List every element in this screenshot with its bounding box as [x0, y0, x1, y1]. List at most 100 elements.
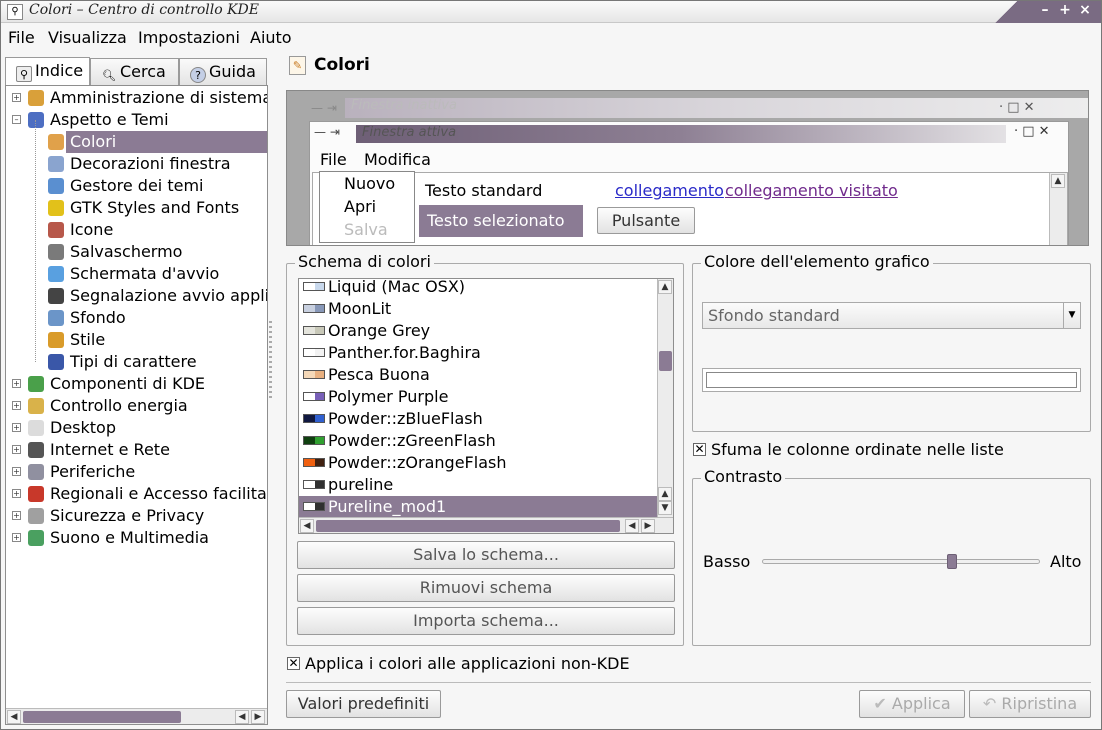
menu-aiuto[interactable]: Aiuto: [250, 28, 292, 47]
expand-icon[interactable]: +: [12, 533, 21, 542]
maximize-button[interactable]: +: [1057, 2, 1073, 18]
tree-item-label: Segnalazione avvio applicazioni: [70, 286, 267, 305]
tree-item[interactable]: + Periferiche: [6, 461, 267, 483]
scheme-name: Powder::zBlueFlash: [328, 409, 483, 428]
expand-icon[interactable]: +: [12, 445, 21, 454]
index-icon: ⚲: [16, 66, 32, 82]
widget-color-select[interactable]: Sfondo standard ▼: [702, 302, 1081, 329]
reset-button[interactable]: ↶ Ripristina: [969, 690, 1091, 718]
apply-button[interactable]: ✔ Applica: [859, 690, 965, 718]
tree-item[interactable]: Tipi di carattere: [6, 351, 267, 373]
scheme-list-item[interactable]: Pesca Buona: [299, 364, 657, 386]
sound-icon: [28, 530, 44, 546]
remove-scheme-button[interactable]: Rimuovi schema: [297, 574, 675, 602]
scroll-thumb[interactable]: [659, 351, 672, 371]
tree-item[interactable]: + Componenti di KDE: [6, 373, 267, 395]
scroll-up-icon-2[interactable]: ▲: [658, 487, 672, 501]
tree-item[interactable]: + Internet e Rete: [6, 439, 267, 461]
expand-icon[interactable]: +: [12, 401, 21, 410]
tree-item[interactable]: GTK Styles and Fonts: [6, 197, 267, 219]
scroll-left-icon-2[interactable]: ◀: [625, 519, 639, 533]
expand-icon[interactable]: +: [12, 379, 21, 388]
tree-item[interactable]: Stile: [6, 329, 267, 351]
expand-icon[interactable]: –: [12, 115, 21, 124]
scroll-left-icon[interactable]: ◀: [7, 710, 21, 724]
tree-item[interactable]: Icone: [6, 219, 267, 241]
tree-item[interactable]: Colori: [6, 131, 267, 153]
expand-icon[interactable]: +: [12, 511, 21, 520]
minimize-button[interactable]: –: [1037, 2, 1053, 18]
expand-icon[interactable]: +: [12, 489, 21, 498]
scheme-horizontal-scrollbar[interactable]: ◀ ◀ ▶: [299, 517, 673, 533]
tree-item[interactable]: + Suono e Multimedia: [6, 527, 267, 549]
scroll-down-icon[interactable]: ▼: [658, 501, 672, 515]
expand-icon[interactable]: +: [12, 423, 21, 432]
scheme-list-item[interactable]: Powder::zOrangeFlash: [299, 452, 657, 474]
tree-item[interactable]: Schermata d'avvio: [6, 263, 267, 285]
import-scheme-button[interactable]: Importa schema...: [297, 607, 675, 635]
tab-cerca[interactable]: 🔍︎ Cerca: [90, 58, 179, 85]
scheme-name: MoonLit: [328, 299, 392, 318]
scheme-list-item[interactable]: Orange Grey: [299, 320, 657, 342]
splash-icon: [48, 266, 64, 282]
scroll-thumb[interactable]: [23, 711, 181, 723]
scheme-list-item[interactable]: Powder::zGreenFlash: [299, 430, 657, 452]
tree-item-label: Sfondo: [70, 308, 126, 327]
scroll-left-icon-2[interactable]: ◀: [235, 710, 249, 724]
defaults-button[interactable]: Valori predefiniti: [286, 690, 441, 718]
color-preview[interactable]: — ⇥ Finestra inattiva · □ ✕ — ⇥ Finestra…: [286, 90, 1089, 246]
preview-content: Nuovo Apri Salva Testo standard Testo se…: [312, 171, 1068, 245]
scheme-list-item[interactable]: Polymer Purple: [299, 386, 657, 408]
menu-impostazioni[interactable]: Impostazioni: [138, 28, 240, 47]
tree-item-label: Desktop: [50, 418, 116, 437]
scheme-vertical-scrollbar[interactable]: ▲ ▲ ▼: [657, 279, 673, 517]
tree-item[interactable]: Sfondo: [6, 307, 267, 329]
tree-item[interactable]: + Amministrazione di sistema: [6, 87, 267, 109]
tree-item[interactable]: + Desktop: [6, 417, 267, 439]
contrast-slider-handle[interactable]: [947, 554, 957, 569]
color-button[interactable]: [702, 368, 1081, 392]
close-button[interactable]: ×: [1077, 2, 1093, 18]
tab-indice[interactable]: ⚲ Indice: [5, 57, 90, 86]
scroll-right-icon[interactable]: ▶: [251, 710, 265, 724]
tree-item-label: Suono e Multimedia: [50, 528, 209, 547]
save-scheme-button[interactable]: Salva lo schema...: [297, 541, 675, 569]
scheme-list-item[interactable]: Powder::zBlueFlash: [299, 408, 657, 430]
scheme-list-item[interactable]: Liquid (Mac OSX): [299, 279, 657, 298]
chevron-down-icon[interactable]: ▼: [1063, 303, 1080, 328]
scroll-left-icon[interactable]: ◀: [300, 519, 314, 533]
scroll-thumb[interactable]: [316, 520, 620, 532]
tree-item[interactable]: Salvaschermo: [6, 241, 267, 263]
tree-item[interactable]: Decorazioni finestra: [6, 153, 267, 175]
scroll-up-icon[interactable]: ▲: [658, 280, 672, 294]
contrast-group-title: Contrasto: [701, 467, 786, 486]
tree-item[interactable]: Gestore dei temi: [6, 175, 267, 197]
scroll-right-icon[interactable]: ▶: [641, 519, 655, 533]
app-icon: ⚲: [7, 4, 23, 20]
scheme-list-item[interactable]: Panther.for.Baghira: [299, 342, 657, 364]
module-tree[interactable]: + Amministrazione di sistema – Aspetto e Te…: [5, 85, 268, 725]
tree-item[interactable]: Segnalazione avvio applicazioni: [6, 285, 267, 307]
blend-columns-checkbox[interactable]: ✕: [693, 443, 706, 456]
active-window: — ⇥ Finestra attiva · □ ✕ File Modifica …: [309, 121, 1069, 245]
menu-visualizza[interactable]: Visualizza: [48, 28, 127, 47]
scheme-swatch: [303, 370, 325, 379]
splitter-handle[interactable]: [269, 321, 272, 401]
expand-icon[interactable]: +: [12, 467, 21, 476]
contrast-slider[interactable]: [762, 554, 1040, 569]
tree-horizontal-scrollbar[interactable]: ◀ ◀ ▶: [6, 708, 267, 724]
tree-item[interactable]: + Controllo energia: [6, 395, 267, 417]
tree-item[interactable]: + Regionali e Accesso facilitato: [6, 483, 267, 505]
scheme-list-item[interactable]: Pureline_mod1: [299, 496, 657, 518]
tree-item[interactable]: – Aspetto e Temi: [6, 109, 267, 131]
scheme-list-item[interactable]: MoonLit: [299, 298, 657, 320]
tab-guida[interactable]: ? Guida: [179, 58, 267, 85]
apply-nonkde-checkbox[interactable]: ✕: [287, 657, 300, 670]
scheme-list[interactable]: Liquid (Mac OSX) MoonLit Orange Grey Panthe…: [298, 278, 674, 534]
menu-file[interactable]: File: [8, 28, 35, 47]
scheme-list-item[interactable]: pureline: [299, 474, 657, 496]
title-bar[interactable]: ⚲ Colori – Centro di controllo KDE – + ×: [1, 1, 1101, 23]
tree-item[interactable]: + Sicurezza e Privacy: [6, 505, 267, 527]
expand-icon[interactable]: +: [12, 93, 21, 102]
preview-visited-link: collegamento visitato: [725, 181, 898, 200]
